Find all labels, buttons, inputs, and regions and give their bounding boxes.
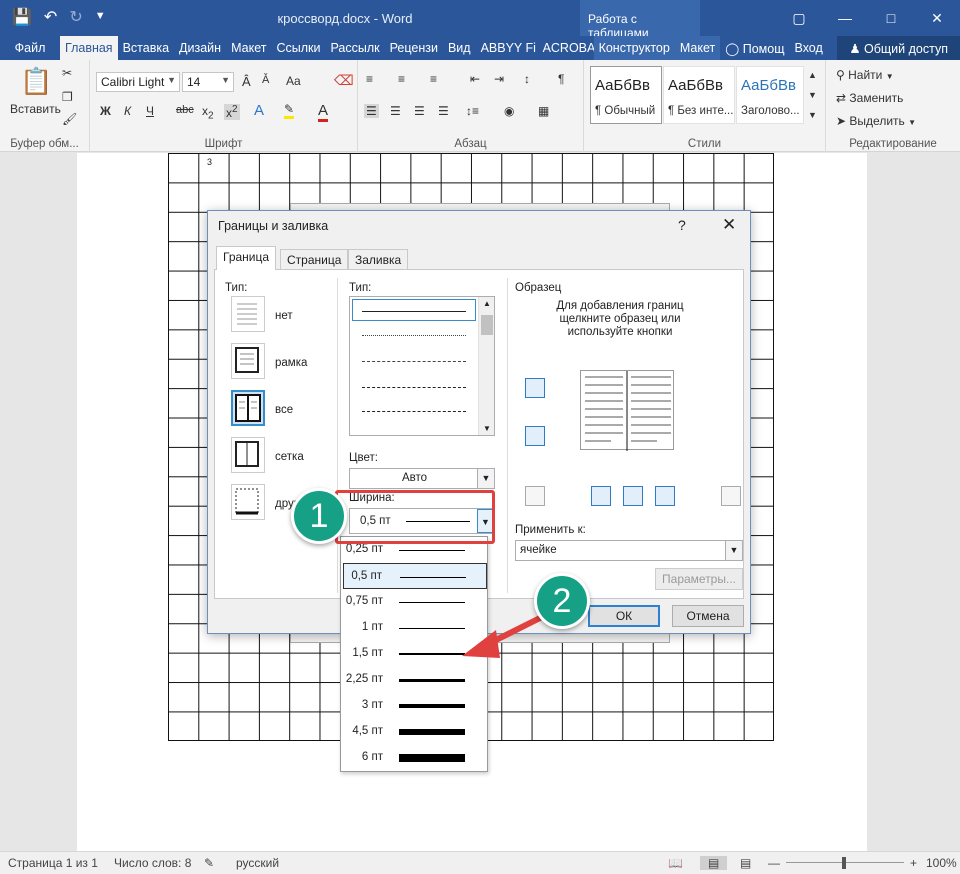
annotation-arrow xyxy=(462,611,551,658)
step-1-badge: 1 xyxy=(291,488,347,544)
step-2-badge: 2 xyxy=(534,573,590,629)
